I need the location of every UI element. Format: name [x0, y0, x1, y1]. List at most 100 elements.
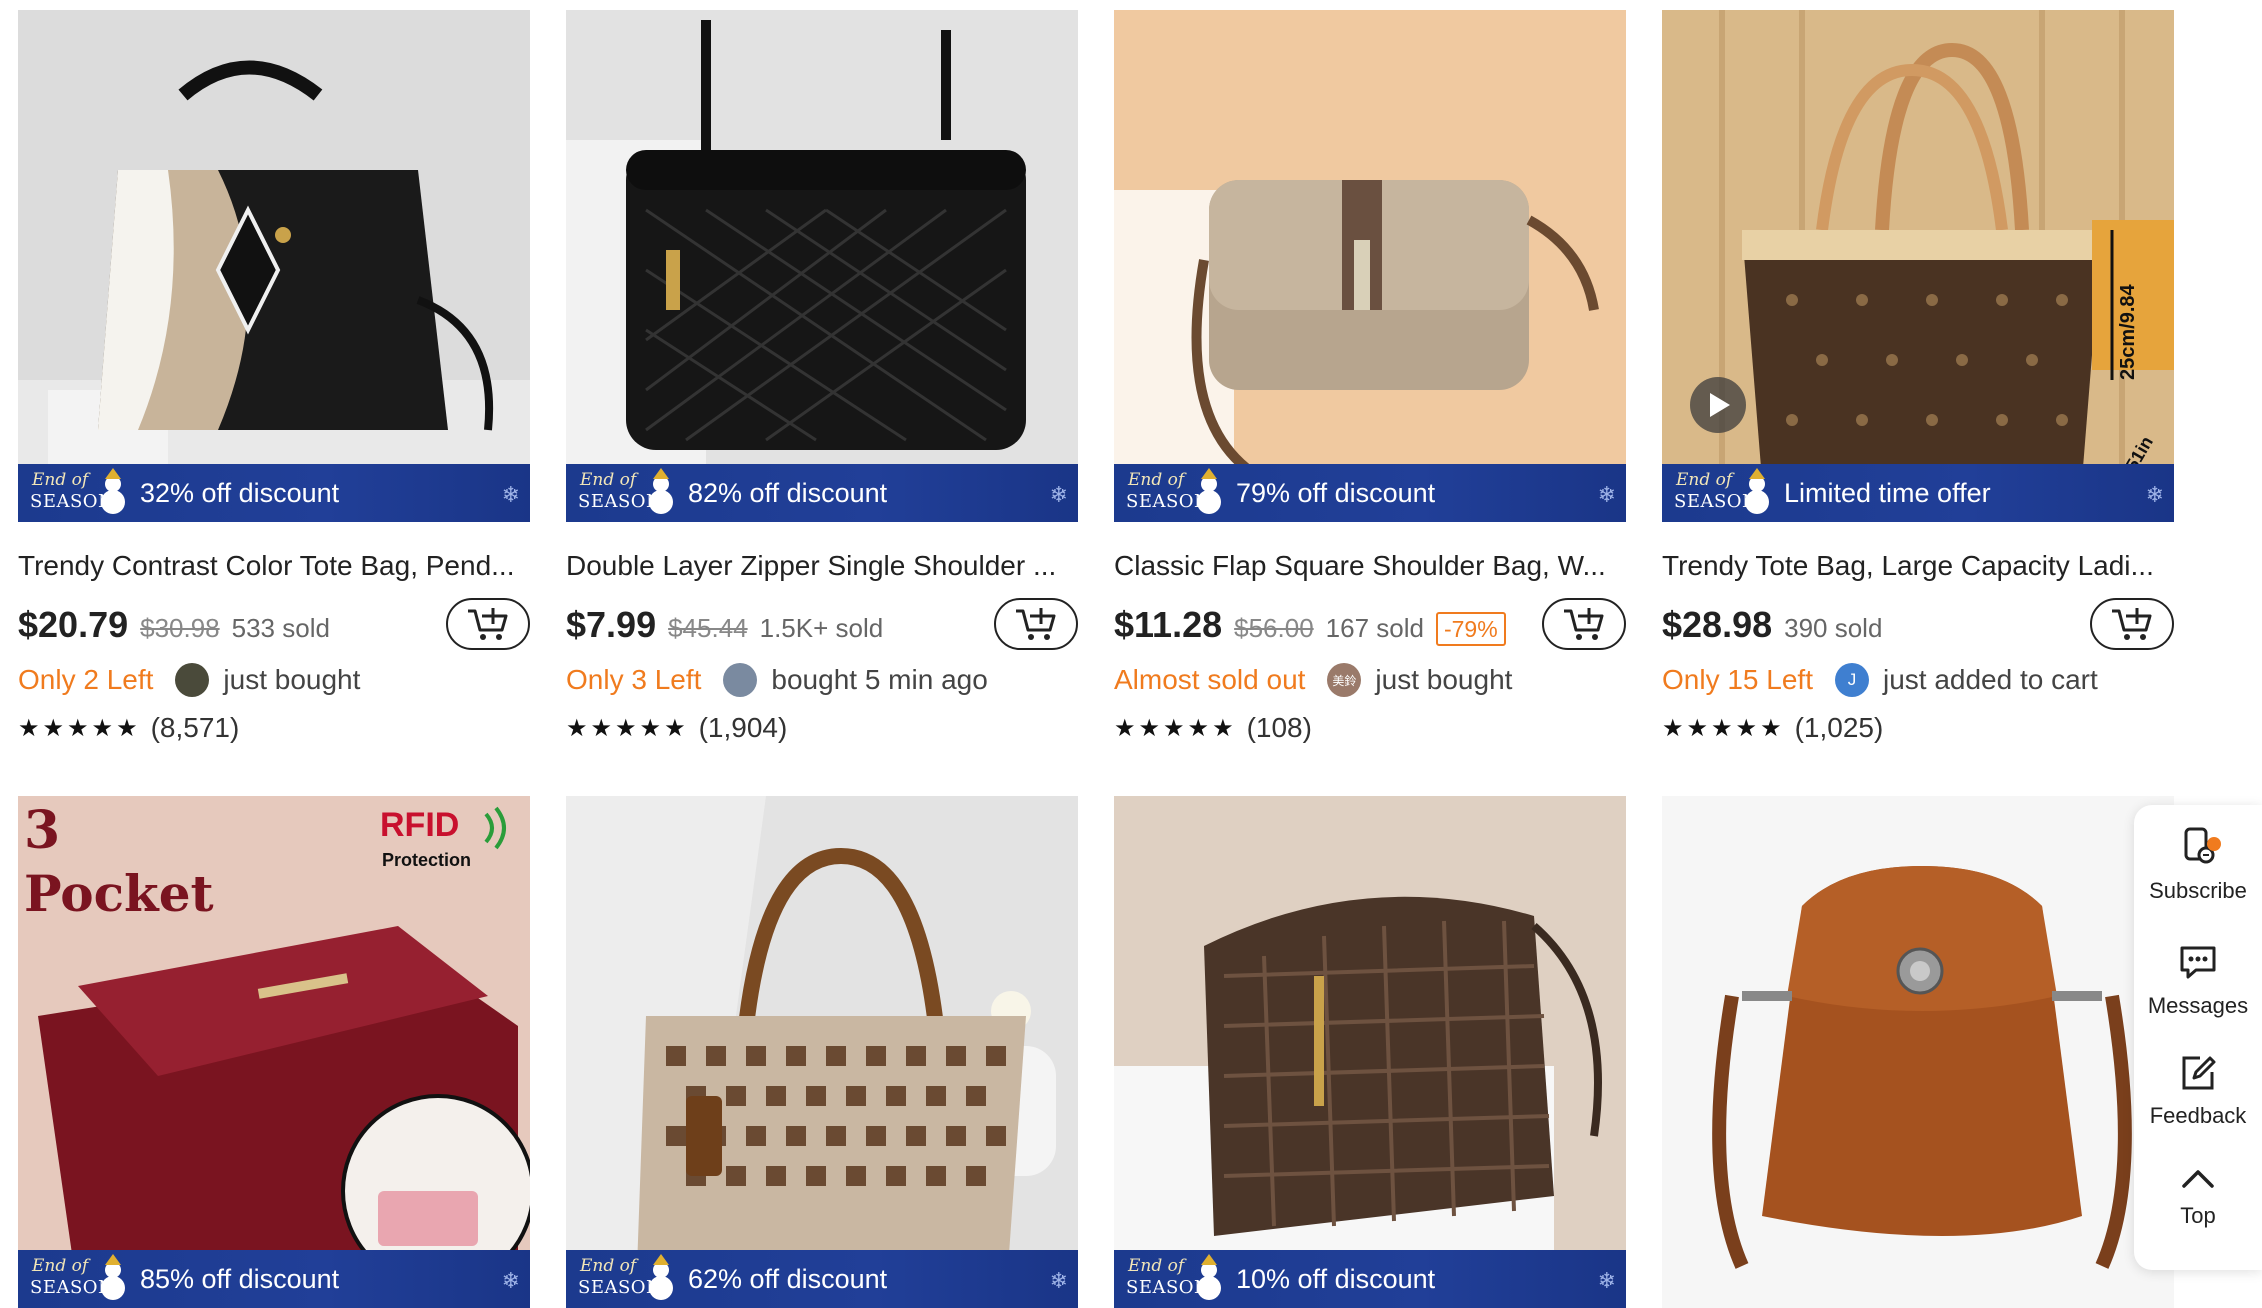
original-price: $30.98 — [140, 613, 220, 643]
subscribe-label: Subscribe — [2149, 878, 2247, 903]
cart-plus-icon — [1016, 608, 1056, 640]
promo-banner: End of SEASON 62% off discount ❄ — [566, 1250, 1078, 1308]
buyer-avatar: 美鈴 — [1327, 663, 1362, 697]
price-row: $11.28 $56.00 167 sold -79% — [1114, 598, 1626, 654]
add-to-cart-button[interactable] — [446, 598, 530, 650]
crossbody-bag-image — [1662, 796, 2174, 1308]
rating-row: ★★★★★ (8,571) — [18, 710, 239, 746]
rating-row: ★★★★★ (108) — [1114, 710, 1312, 746]
cart-plus-icon — [468, 608, 508, 640]
subscribe-button[interactable]: Subscribe — [2134, 823, 2262, 904]
buyer-activity: bought 5 min ago — [771, 664, 988, 695]
top-label: Top — [2180, 1203, 2216, 1228]
product-image[interactable]: 3 Pocket RFID Protection End of SEASON 8… — [18, 796, 530, 1308]
review-count: (8,571) — [150, 712, 240, 743]
price: $28.98 — [1662, 604, 1773, 645]
buyer-avatar — [723, 663, 758, 697]
promo-banner: End of SEASON 10% off discount ❄ — [1114, 1250, 1626, 1308]
star-rating: ★★★★★ — [18, 714, 141, 742]
product-title[interactable]: Classic Flap Square Shoulder Bag, W... — [1114, 550, 1626, 582]
add-to-cart-button[interactable] — [2090, 598, 2174, 650]
promo-banner: End of SEASON Limited time offer ❄ — [1662, 464, 2174, 522]
add-to-cart-button[interactable] — [994, 598, 1078, 650]
stock-status: Almost sold out — [1114, 664, 1306, 695]
product-image[interactable]: End of SEASON 62% off discount ❄ — [566, 796, 1078, 1308]
promo-banner: End of SEASON 32% off discount ❄ — [18, 464, 530, 522]
buyer-activity: just added to cart — [1882, 664, 2098, 695]
product-image[interactable]: 25cm/9.84 5.51in End of SEASON Limited t… — [1662, 10, 2174, 522]
notification-dot — [2207, 837, 2221, 851]
cart-plus-icon — [1564, 608, 1604, 640]
buyer-avatar — [175, 663, 210, 697]
review-count: (108) — [1246, 712, 1312, 743]
snowflake-icon: ❄ — [1597, 482, 1616, 507]
product-image[interactable]: End of SEASON 10% off discount ❄ — [1114, 796, 1626, 1308]
feedback-button[interactable]: Feedback — [2134, 1052, 2262, 1129]
review-count: (1,025) — [1794, 712, 1884, 743]
product-title[interactable]: Trendy Tote Bag, Large Capacity Ladi... — [1662, 550, 2174, 582]
back-to-top-button[interactable]: Top — [2134, 1162, 2262, 1229]
sold-count: 1.5K+ sold — [759, 613, 884, 643]
promo-banner: End of SEASON 85% off discount ❄ — [18, 1250, 530, 1308]
add-to-cart-button[interactable] — [1542, 598, 1626, 650]
snowflake-icon: ❄ — [501, 482, 520, 507]
original-price: $45.44 — [668, 613, 748, 643]
messages-button[interactable]: Messages — [2134, 942, 2262, 1019]
product-image[interactable]: End of SEASON 82% off discount ❄ — [566, 10, 1078, 522]
product-grid: End of SEASON 32% off discount ❄ Trendy … — [0, 0, 2262, 1308]
original-price: $56.00 — [1234, 613, 1314, 643]
discount-label: 82% off discount — [688, 477, 888, 508]
discount-label: 10% off discount — [1236, 1263, 1436, 1294]
cart-plus-icon — [2112, 608, 2152, 640]
end-of-season-logo: End of SEASON — [1114, 1250, 1224, 1308]
end-of-season-logo: End of SEASON — [566, 464, 676, 522]
review-count: (1,904) — [698, 712, 788, 743]
price: $11.28 — [1114, 604, 1223, 645]
stock-status: Only 2 Left — [18, 664, 154, 695]
feedback-edit-icon — [2182, 1056, 2216, 1090]
snowflake-icon: ❄ — [1049, 482, 1068, 507]
stock-status: Only 15 Left — [1662, 664, 1813, 695]
sold-count: 533 sold — [231, 613, 330, 643]
discount-label: 32% off discount — [140, 477, 340, 508]
discount-label: Limited time offer — [1784, 477, 1991, 508]
discount-badge: -79% — [1435, 612, 1506, 646]
end-of-season-logo: End of SEASON — [18, 464, 128, 522]
product-title[interactable]: Trendy Contrast Color Tote Bag, Pend... — [18, 550, 530, 582]
feedback-label: Feedback — [2149, 1103, 2247, 1128]
price-row: $28.98 390 sold — [1662, 598, 2174, 654]
wallet-bag-image: 3 Pocket RFID Protection — [18, 796, 530, 1308]
product-title[interactable]: Double Layer Zipper Single Shoulder ... — [566, 550, 1078, 582]
handbag-image — [18, 10, 530, 522]
handbag-image — [1114, 10, 1626, 522]
star-rating: ★★★★★ — [1662, 714, 1785, 742]
product-image[interactable]: End of SEASON 79% off discount ❄ — [1114, 10, 1626, 522]
handbag-image: 25cm/9.84 5.51in — [1662, 10, 2174, 522]
star-rating: ★★★★★ — [566, 714, 689, 742]
messages-icon — [2180, 946, 2216, 979]
discount-label: 62% off discount — [688, 1263, 888, 1294]
sold-count: 390 sold — [1784, 613, 1883, 643]
rating-row: ★★★★★ (1,025) — [1662, 710, 1883, 746]
stock-row: Only 15 Left J just added to cart — [1662, 658, 2098, 702]
buyer-activity: just bought — [223, 664, 361, 695]
product-image[interactable]: End of SEASON 32% off discount ❄ — [18, 10, 530, 522]
stock-row: Only 2 Left just bought — [18, 658, 360, 702]
discount-label: 85% off discount — [140, 1263, 340, 1294]
image-protection-label: Protection — [382, 850, 471, 870]
stock-row: Only 3 Left bought 5 min ago — [566, 658, 988, 702]
price-row: $7.99 $45.44 1.5K+ sold — [566, 598, 1078, 654]
handbag-image — [566, 796, 1078, 1308]
snowflake-icon: ❄ — [1049, 1268, 1068, 1293]
dimension-height-label: 25cm/9.84 — [2117, 283, 2139, 380]
promo-banner: End of SEASON 82% off discount ❄ — [566, 464, 1078, 522]
promo-banner: End of SEASON 79% off discount ❄ — [1114, 464, 1626, 522]
product-image[interactable] — [1662, 796, 2174, 1308]
image-pocket-label: Pocket — [24, 864, 214, 923]
price: $7.99 — [566, 604, 657, 645]
stock-status: Only 3 Left — [566, 664, 702, 695]
buyer-activity: just bought — [1375, 664, 1513, 695]
sold-count: 167 sold — [1325, 613, 1424, 643]
end-of-season-logo: End of SEASON — [566, 1250, 676, 1308]
handbag-image — [566, 10, 1078, 522]
